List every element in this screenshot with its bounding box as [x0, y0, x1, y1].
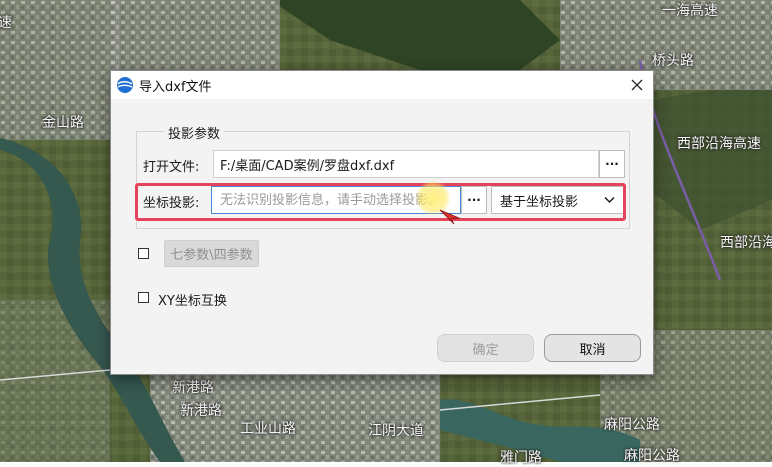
- seven-four-params-button[interactable]: 七参数\四参数: [164, 240, 259, 267]
- dialog-titlebar[interactable]: 导入dxf文件: [111, 71, 653, 99]
- projection-type-value: 基于坐标投影: [500, 194, 579, 210]
- map-label: 一海高速: [662, 3, 718, 19]
- browse-projection-button[interactable]: ···: [461, 186, 487, 214]
- map-label: 雅门路: [500, 450, 542, 466]
- map-label: 西部沿海高速: [720, 235, 772, 251]
- params-checkbox[interactable]: [138, 248, 149, 259]
- map-label: 新港路: [180, 403, 222, 419]
- group-label: 投影参数: [164, 123, 225, 142]
- xy-swap-checkbox[interactable]: [138, 292, 149, 303]
- file-path-field[interactable]: F:/桌面/CAD案例/罗盘dxf.dxf: [213, 150, 599, 178]
- map-label: 江阴大道: [368, 423, 424, 439]
- map-label: 速: [0, 15, 12, 31]
- map-label: 金山路: [42, 115, 84, 131]
- coord-projection-input[interactable]: [211, 186, 461, 214]
- map-label: 麻阳公路: [604, 417, 660, 433]
- dialog-title: 导入dxf文件: [139, 79, 212, 95]
- map-label: 工业山路: [240, 421, 296, 437]
- projection-type-select[interactable]: 基于坐标投影: [491, 186, 625, 214]
- open-file-label: 打开文件:: [143, 160, 200, 175]
- map-label: 新港路: [172, 380, 214, 396]
- map-label: 西部沿海高速: [677, 136, 761, 152]
- ok-button[interactable]: 确定: [437, 334, 534, 362]
- chevron-down-icon: [604, 196, 615, 204]
- projection-params-group: [136, 131, 630, 229]
- browse-file-button[interactable]: ···: [599, 150, 625, 178]
- xy-swap-label: XY坐标互换: [158, 294, 227, 309]
- map-label: 桥头路: [652, 53, 694, 69]
- map-label: 麻阳公路: [624, 448, 680, 464]
- close-button[interactable]: [621, 71, 653, 99]
- import-dxf-dialog: 导入dxf文件 投影参数 打开文件: F:/桌面/CAD案例/罗盘dxf.dxf…: [110, 70, 654, 375]
- close-icon: [631, 79, 643, 91]
- coord-projection-label: 坐标投影:: [143, 196, 200, 211]
- globe-icon: [117, 77, 133, 93]
- cancel-button[interactable]: 取消: [544, 334, 641, 362]
